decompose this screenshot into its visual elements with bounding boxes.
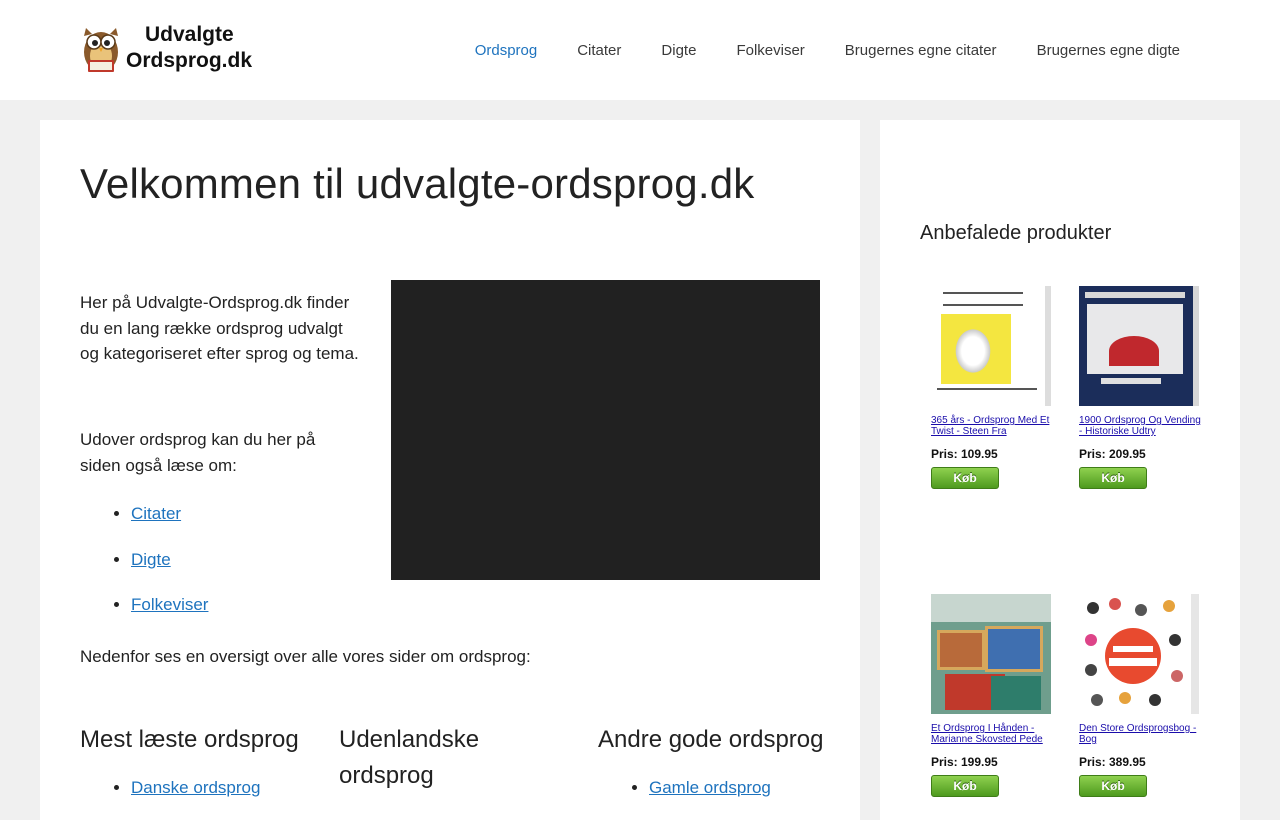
column-title-mest-laeste: Mest læste ordsprog — [80, 726, 299, 753]
nav-item-citater[interactable]: Citater — [577, 42, 621, 59]
product-image[interactable] — [931, 594, 1051, 714]
page-title: Velkommen til udvalgte-ordsprog.dk — [80, 160, 755, 207]
intro-text-2: Udover ordsprog kan du her på siden også… — [80, 430, 316, 475]
link-folkeviser[interactable]: Folkeviser — [131, 595, 208, 614]
column-list-mest-laeste: Danske ordsprog — [131, 778, 260, 798]
product-price: Pris: 199.95 — [931, 755, 998, 769]
buy-button[interactable]: Køb — [931, 467, 999, 489]
logo-line-2: Ordsprog.dk — [126, 49, 253, 72]
overview-text: Nedenfor ses en oversigt over alle vores… — [80, 647, 531, 666]
column-list-andre-gode: Gamle ordsprog — [649, 778, 771, 798]
list-item: Citater — [131, 504, 208, 550]
site-logo[interactable]: Udvalgte Ordsprog.dk — [80, 22, 252, 74]
product-price: Pris: 209.95 — [1079, 447, 1146, 461]
link-gamle-ordsprog[interactable]: Gamle ordsprog — [649, 778, 771, 797]
product-card: 1900 Ordsprog Og Vending - Historiske Ud… — [1079, 286, 1204, 489]
product-image[interactable] — [1079, 286, 1199, 406]
logo-text: Udvalgte Ordsprog.dk — [126, 22, 252, 74]
nav-item-brugernes-citater[interactable]: Brugernes egne citater — [845, 42, 997, 59]
product-card: Et Ordsprog I Hånden - Marianne Skovsted… — [931, 594, 1056, 797]
product-card: 365 års - Ordsprog Med Et Twist - Steen … — [931, 286, 1056, 489]
sidebar-title: Anbefalede produkter — [920, 222, 1112, 244]
buy-button[interactable]: Køb — [931, 775, 999, 797]
column-title-andre-gode: Andre gode ordsprog — [598, 726, 824, 753]
main-content: Velkommen til udvalgte-ordsprog.dk Her p… — [40, 120, 860, 820]
site-header: Udvalgte Ordsprog.dk Ordsprog Citater Di… — [0, 0, 1280, 100]
product-image[interactable] — [931, 286, 1051, 406]
product-card: Den Store Ordsprogsbog - Bog Pris: 389.9… — [1079, 594, 1204, 797]
list-item: Gamle ordsprog — [649, 778, 771, 798]
product-price: Pris: 389.95 — [1079, 755, 1146, 769]
other-topics-list: Citater Digte Folkeviser — [131, 504, 208, 641]
list-item: Danske ordsprog — [131, 778, 260, 798]
product-link[interactable]: Den Store Ordsprogsbog - Bog — [1079, 723, 1204, 745]
product-image[interactable] — [1079, 594, 1199, 714]
logo-line-1: Udvalgte — [145, 23, 234, 46]
column-title-udenlandske: Udenlandske ordsprog — [339, 726, 480, 789]
buy-button[interactable]: Køb — [1079, 467, 1147, 489]
list-item: Folkeviser — [131, 595, 208, 641]
sidebar: Anbefalede produkter 365 års - Ordsprog … — [880, 120, 1240, 820]
nav-item-folkeviser[interactable]: Folkeviser — [736, 42, 804, 59]
intro-text: Her på Udvalgte-Ordsprog.dk finder du en… — [80, 293, 359, 363]
product-price: Pris: 109.95 — [931, 447, 998, 461]
link-digte[interactable]: Digte — [131, 550, 171, 569]
nav-item-digte[interactable]: Digte — [661, 42, 696, 59]
owl-logo-icon — [84, 28, 118, 72]
link-danske-ordsprog[interactable]: Danske ordsprog — [131, 778, 260, 797]
list-item: Digte — [131, 550, 208, 596]
product-link[interactable]: 1900 Ordsprog Og Vending - Historiske Ud… — [1079, 415, 1204, 437]
video-embed[interactable] — [391, 280, 820, 580]
buy-button[interactable]: Køb — [1079, 775, 1147, 797]
link-citater[interactable]: Citater — [131, 504, 181, 523]
main-nav: Ordsprog Citater Digte Folkeviser Bruger… — [435, 0, 1180, 100]
nav-item-brugernes-digte[interactable]: Brugernes egne digte — [1037, 42, 1180, 59]
product-link[interactable]: 365 års - Ordsprog Med Et Twist - Steen … — [931, 415, 1056, 437]
product-link[interactable]: Et Ordsprog I Hånden - Marianne Skovsted… — [931, 723, 1056, 745]
nav-item-ordsprog[interactable]: Ordsprog — [475, 42, 538, 59]
